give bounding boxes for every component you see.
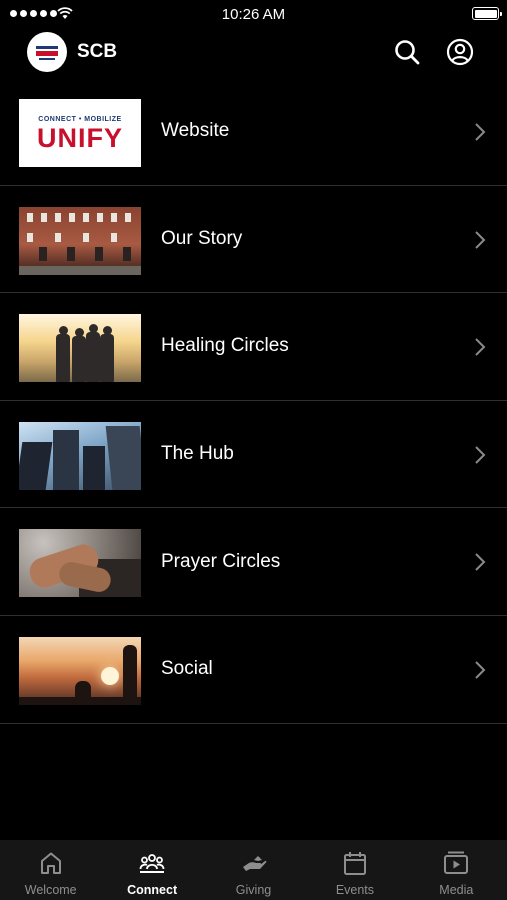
home-icon xyxy=(40,852,61,874)
chevron-right-icon xyxy=(475,230,486,249)
app-header: SCB xyxy=(0,30,507,78)
tab-events[interactable]: Events xyxy=(304,840,405,900)
our-story-thumbnail xyxy=(19,206,141,275)
chevron-right-icon xyxy=(475,553,486,572)
the-hub-thumbnail xyxy=(19,421,141,490)
connect-list: CONNECT • MOBILIZE UNIFY Website Our Sto… xyxy=(0,78,507,724)
list-item-label: Website xyxy=(161,120,230,142)
media-play-icon xyxy=(444,851,469,874)
app-title: SCB xyxy=(77,41,118,62)
list-item-the-hub[interactable]: The Hub xyxy=(0,401,507,509)
tab-bar: Welcome Connect Giving Events Media xyxy=(0,840,507,900)
chevron-right-icon xyxy=(475,661,486,679)
list-item-label: Prayer Circles xyxy=(161,550,281,572)
tab-giving[interactable]: Giving xyxy=(203,840,304,900)
status-time: 10:26 AM xyxy=(221,6,286,23)
list-item-label: Healing Circles xyxy=(161,335,289,357)
thumbnail-title: UNIFY xyxy=(37,123,123,153)
list-item-label: The Hub xyxy=(161,443,234,465)
tab-connect[interactable]: Connect xyxy=(101,840,202,900)
list-item-social[interactable]: Social xyxy=(0,616,507,724)
chevron-right-icon xyxy=(475,446,486,464)
tab-media[interactable]: Media xyxy=(406,840,507,900)
website-thumbnail: CONNECT • MOBILIZE UNIFY xyxy=(19,99,141,167)
healing-circles-thumbnail xyxy=(19,314,141,383)
list-item-website[interactable]: CONNECT • MOBILIZE UNIFY Website xyxy=(0,78,507,186)
social-thumbnail xyxy=(19,636,141,705)
list-item-prayer-circles[interactable]: Prayer Circles xyxy=(0,508,507,616)
giving-hand-icon xyxy=(242,856,266,871)
tab-label: Media xyxy=(439,883,474,897)
thumbnail-subtitle: CONNECT • MOBILIZE xyxy=(38,116,122,123)
tab-label: Giving xyxy=(235,883,272,897)
tab-label: Events xyxy=(335,883,375,897)
group-icon xyxy=(139,854,165,873)
profile-icon[interactable] xyxy=(446,38,474,66)
list-item-our-story[interactable]: Our Story xyxy=(0,186,507,294)
app-logo[interactable] xyxy=(27,32,67,72)
status-bar: 10:26 AM xyxy=(0,0,507,28)
battery-icon xyxy=(472,7,502,20)
list-item-label: Our Story xyxy=(161,227,243,249)
search-icon[interactable] xyxy=(393,38,421,66)
prayer-circles-thumbnail xyxy=(19,529,141,598)
chevron-right-icon xyxy=(475,123,486,141)
list-item-healing-circles[interactable]: Healing Circles xyxy=(0,293,507,401)
list-item-label: Social xyxy=(161,658,213,680)
tab-label: Connect xyxy=(127,883,178,897)
calendar-icon xyxy=(343,852,366,875)
tab-welcome[interactable]: Welcome xyxy=(0,840,101,900)
tab-label: Welcome xyxy=(24,883,77,897)
chevron-right-icon xyxy=(475,338,486,356)
